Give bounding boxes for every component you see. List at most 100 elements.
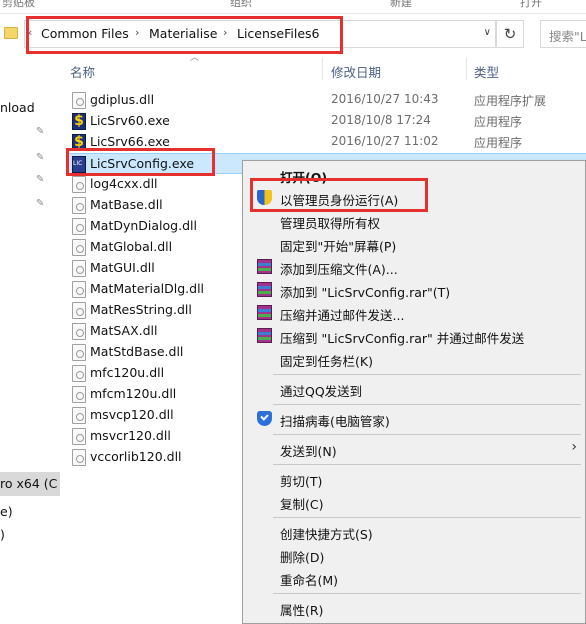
dll-icon — [72, 302, 86, 319]
menu-item[interactable]: 扫描病毒(电脑管家) — [245, 408, 583, 430]
file-type: 应用程序 — [474, 115, 523, 129]
menu-item[interactable]: 添加到压缩文件(A)... — [245, 256, 583, 278]
dll-icon — [72, 386, 86, 403]
file-name: LicSrv66.exe — [90, 134, 170, 149]
pin-icon[interactable]: ✎ — [36, 198, 44, 209]
dll-icon — [72, 344, 86, 361]
column-divider[interactable] — [466, 58, 467, 80]
dll-icon — [72, 260, 86, 277]
file-name: log4cxx.dll — [90, 176, 158, 191]
column-divider[interactable] — [322, 58, 323, 80]
dll-icon — [72, 176, 86, 193]
column-header-date[interactable]: 修改日期 — [331, 62, 381, 81]
menu-item-label: 通过QQ发送到 — [280, 384, 363, 399]
menu-item-label: 压缩到 "LicSrvConfig.rar" 并通过邮件发送 — [280, 331, 525, 346]
refresh-icon: ↻ — [503, 25, 517, 43]
menu-item[interactable]: 固定到任务栏(K) — [245, 348, 583, 370]
refresh-button[interactable]: ↻ — [496, 20, 524, 48]
ribbon-new-label[interactable]: 新建 — [390, 0, 412, 10]
menu-item[interactable]: 通过QQ发送到 — [245, 378, 583, 400]
dll-icon — [72, 92, 86, 109]
file-type: 应用程序 — [474, 136, 523, 150]
file-name: gdiplus.dll — [90, 92, 155, 107]
ribbon-clipboard-label[interactable]: 剪贴板 — [2, 0, 35, 10]
pin-icon[interactable]: ✎ — [36, 126, 44, 137]
file-name: mfc120u.dll — [90, 365, 165, 380]
menu-item-label: 重命名(M) — [280, 573, 339, 588]
column-header-type[interactable]: 类型 — [474, 62, 499, 81]
dll-icon — [72, 323, 86, 340]
menu-item-label: 发送到(N) — [280, 444, 337, 459]
menu-separator — [273, 593, 581, 594]
menu-item-label: 复制(C) — [280, 497, 324, 512]
nav-item-drive-e[interactable]: e) — [0, 504, 13, 519]
menu-item[interactable]: 添加到 "LicSrvConfig.rar"(T) — [245, 279, 583, 301]
winrar-icon — [257, 328, 272, 343]
pin-icon[interactable]: ✎ — [36, 174, 44, 185]
file-name: MatBase.dll — [90, 197, 163, 212]
pin-icon[interactable]: ✎ — [36, 152, 44, 163]
file-name: mfcm120u.dll — [90, 386, 177, 401]
menu-highlight-box — [250, 178, 428, 212]
chevron-down-icon[interactable]: ∨ — [484, 27, 491, 38]
winrar-icon — [257, 305, 272, 320]
menu-item[interactable]: 压缩并通过邮件发送... — [245, 302, 583, 324]
winrar-icon — [257, 282, 272, 297]
dll-icon — [72, 218, 86, 235]
menu-item[interactable]: 剪切(T) — [245, 468, 583, 490]
menu-item-label: 删除(D) — [280, 550, 325, 565]
file-name: MatGlobal.dll — [90, 239, 173, 254]
menu-separator — [273, 517, 581, 518]
exe-icon: $ — [72, 113, 86, 130]
navigation-pane: nload ✎ ✎ ✎ ✎ ro x64 (C e) ) — [0, 58, 60, 624]
menu-item[interactable]: 创建快捷方式(S) — [245, 521, 583, 543]
nav-item-downloads[interactable]: nload — [0, 100, 35, 115]
context-menu: 打开(O) 以管理员身份运行(A) 管理员取得所有权 固定到"开始"屏幕(P) 添加到压… — [242, 160, 586, 624]
menu-item[interactable]: 重命名(M) — [245, 567, 583, 589]
column-header-name[interactable]: 名称 — [70, 62, 95, 81]
menu-item[interactable]: 复制(C) — [245, 491, 583, 513]
ribbon-open-label[interactable]: 打开 — [520, 0, 542, 10]
menu-item-label: 固定到"开始"屏幕(P) — [280, 239, 397, 254]
search-input[interactable]: 搜索"Lic — [540, 20, 586, 48]
menu-item-label: 剪切(T) — [280, 474, 323, 489]
file-type: 应用程序扩展 — [474, 94, 547, 108]
dll-icon — [72, 428, 86, 445]
file-row[interactable]: $ LicSrv60.exe 2018/10/8 17:24 应用程序 — [66, 111, 586, 132]
menu-separator — [273, 464, 581, 465]
menu-item[interactable]: 固定到"开始"屏幕(P) — [245, 233, 583, 255]
chevron-right-icon: › — [571, 439, 577, 455]
file-name: msvcp120.dll — [90, 407, 174, 422]
menu-item[interactable]: 发送到(N) › — [245, 438, 583, 460]
menu-item[interactable]: 删除(D) — [245, 544, 583, 566]
file-name: MatResString.dll — [90, 302, 192, 317]
menu-item-label: 压缩并通过邮件发送... — [280, 308, 405, 323]
ribbon-strip: 剪贴板 组织 新建 打开 — [0, 0, 586, 14]
winrar-icon — [257, 259, 272, 274]
file-name: MatStdBase.dll — [90, 344, 184, 359]
menu-item-label: 属性(R) — [280, 603, 324, 618]
menu-separator — [273, 434, 581, 435]
menu-separator — [273, 374, 581, 375]
menu-item[interactable]: 属性(R) — [245, 597, 583, 619]
folder-icon — [4, 27, 18, 39]
file-name: MatSAX.dll — [90, 323, 158, 338]
nav-item-drive-other[interactable]: ) — [0, 527, 5, 542]
file-name: MatDynDialog.dll — [90, 218, 197, 233]
file-row[interactable]: gdiplus.dll 2016/10/27 10:43 应用程序扩展 — [66, 90, 586, 111]
dll-icon — [72, 197, 86, 214]
menu-item[interactable]: 压缩到 "LicSrvConfig.rar" 并通过邮件发送 — [245, 325, 583, 347]
sort-ascending-icon: ︿ — [190, 53, 200, 63]
menu-item-label: 添加到压缩文件(A)... — [280, 262, 398, 277]
ribbon-organize-label[interactable]: 组织 — [230, 0, 252, 10]
nav-item-drive-c[interactable]: ro x64 (C — [0, 476, 57, 491]
file-name: MatGUI.dll — [90, 260, 155, 275]
file-date: 2016/10/27 11:02 — [331, 134, 439, 148]
menu-item-label: 固定到任务栏(K) — [280, 354, 373, 369]
dll-icon — [72, 239, 86, 256]
file-date: 2016/10/27 10:43 — [331, 92, 439, 106]
dll-icon — [72, 281, 86, 298]
dll-icon — [72, 365, 86, 382]
menu-item-label: 创建快捷方式(S) — [280, 527, 373, 542]
menu-item[interactable]: 管理员取得所有权 — [245, 210, 583, 232]
